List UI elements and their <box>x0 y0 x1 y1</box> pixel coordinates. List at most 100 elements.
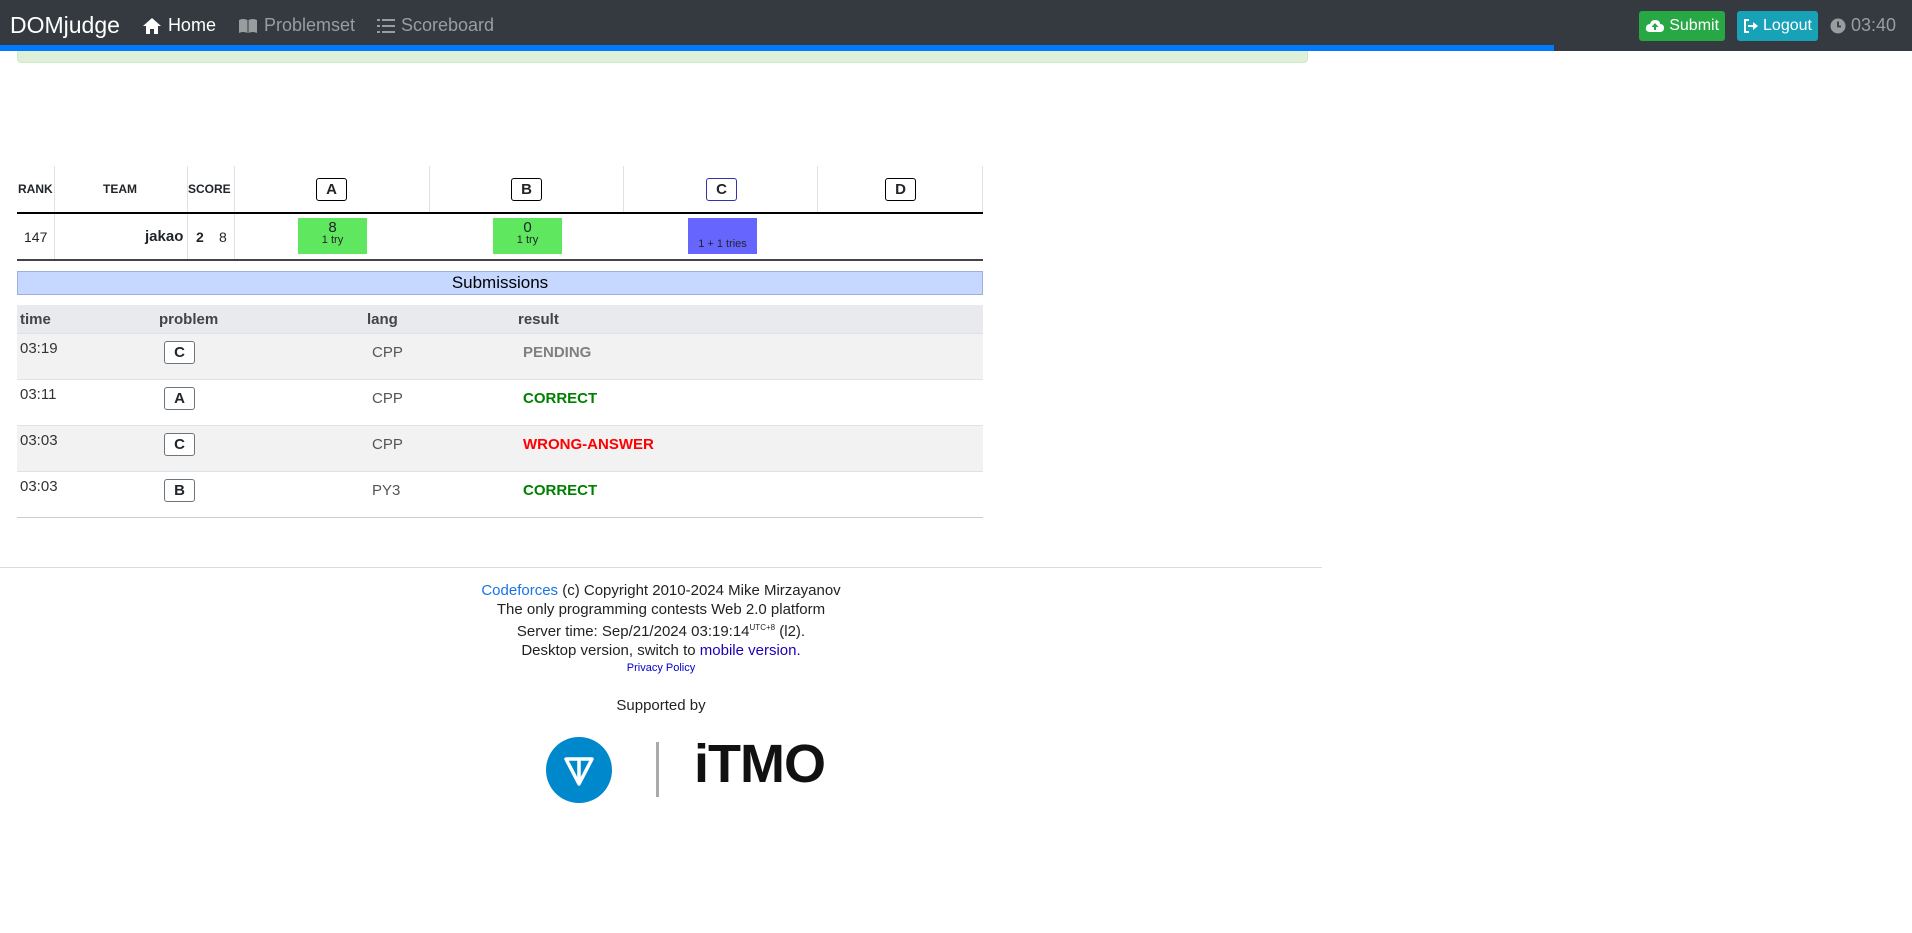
submission-time: 03:19 <box>20 340 58 357</box>
submission-problem[interactable]: C <box>164 341 195 364</box>
logo-separator <box>656 742 659 797</box>
submissions-title: Submissions <box>17 271 983 295</box>
scoreboard-team-row: 147 jakao 2 8 8 1 try 0 1 try 1 + 1 trie… <box>17 214 983 261</box>
list-ol-icon <box>377 18 395 33</box>
nav-home-label: Home <box>167 15 216 35</box>
submission-row[interactable]: 03:03 B PY3 CORRECT <box>17 471 983 518</box>
submissions-header: time problem lang result <box>17 305 983 333</box>
submission-lang: CPP <box>372 344 403 361</box>
navbar: DOMjudge Home Problemset Scoreboard Subm… <box>0 0 1912 51</box>
scoreboard-table: RANK TEAM SCORE A B C D 147 jakao 2 8 8 … <box>17 166 983 261</box>
submissions-section: Submissions time problem lang result 03:… <box>17 271 983 518</box>
submission-time: 03:03 <box>20 432 58 449</box>
submission-row[interactable]: 03:03 C CPP WRONG-ANSWER <box>17 425 983 471</box>
itmo-logo[interactable]: iTMO <box>694 733 826 795</box>
cloud-upload-icon <box>1646 19 1665 32</box>
column-divider <box>429 166 430 212</box>
book-icon <box>238 18 257 33</box>
rank-header: RANK <box>18 182 53 196</box>
team-header: TEAM <box>103 182 137 196</box>
contest-clock: 03:40 <box>1830 15 1896 36</box>
score-cell-B-tries: 1 try <box>516 234 539 246</box>
problem-B-header[interactable]: B <box>511 166 542 212</box>
column-divider <box>234 214 235 259</box>
score-cell-C[interactable]: 1 + 1 tries <box>688 218 757 254</box>
score-cell-A-time: 8 <box>328 219 337 236</box>
sponsor-logos: iTMO <box>546 733 846 805</box>
score-cell-B-time: 0 <box>523 219 532 236</box>
score-cell-A-tries: 1 try <box>321 234 344 246</box>
tagline: The only programming contests Web 2.0 pl… <box>496 600 826 618</box>
submission-problem[interactable]: C <box>164 433 195 456</box>
brand-logo[interactable]: DOMjudge <box>10 14 120 37</box>
nav-right: Submit Logout 03:40 <box>1639 10 1896 41</box>
submit-button[interactable]: Submit <box>1639 10 1726 41</box>
copyright-text: (c) Copyright 2010-2024 Mike Mirzayanov <box>562 582 841 599</box>
submission-problem[interactable]: A <box>164 387 195 410</box>
server-timezone: UTC+8 <box>749 623 776 632</box>
submission-time: 03:03 <box>20 478 58 495</box>
submit-label: Submit <box>1669 16 1720 34</box>
score-cell-A[interactable]: 8 1 try <box>298 218 367 254</box>
column-divider <box>623 166 624 212</box>
column-divider <box>187 214 188 259</box>
column-divider <box>817 166 818 212</box>
clock-icon <box>1830 18 1846 33</box>
column-divider <box>54 214 55 259</box>
submission-problem[interactable]: B <box>164 479 195 502</box>
nav-problemset-label: Problemset <box>263 15 355 35</box>
submission-time: 03:11 <box>20 386 57 403</box>
mobile-version-link[interactable]: mobile version. <box>700 642 801 659</box>
col-lang: lang <box>367 311 398 328</box>
alert-banner <box>17 51 1308 63</box>
problem-C-header[interactable]: C <box>706 166 737 212</box>
team-solved: 2 <box>196 228 204 245</box>
desktop-version-text: Desktop version, switch to <box>521 641 696 659</box>
submission-row[interactable]: 03:11 A CPP CORRECT <box>17 379 983 425</box>
nav-scoreboard-label: Scoreboard <box>401 15 495 35</box>
submission-lang: CPP <box>372 390 403 407</box>
logout-label: Logout <box>1763 16 1812 34</box>
team-rank: 147 <box>24 228 48 245</box>
server-id: (l2). <box>779 623 806 640</box>
logout-button[interactable]: Logout <box>1737 10 1818 41</box>
column-divider <box>234 166 235 212</box>
score-cell-B[interactable]: 0 1 try <box>493 218 562 254</box>
clock-time: 03:40 <box>1850 15 1896 35</box>
nav-scoreboard[interactable]: Scoreboard <box>377 15 494 36</box>
footer-copyright-line: Codeforces (c) Copyright 2010-2024 Mike … <box>0 582 1322 601</box>
submission-lang: PY3 <box>372 482 401 499</box>
server-time: Server time: Sep/21/2024 03:19:14 <box>516 623 750 640</box>
footer: Codeforces (c) Copyright 2010-2024 Mike … <box>0 582 1322 675</box>
col-result: result <box>518 311 559 328</box>
column-divider <box>982 166 983 212</box>
submission-lang: CPP <box>372 436 403 453</box>
col-problem: problem <box>159 311 219 328</box>
col-time: time <box>20 311 51 328</box>
server-time-line: Server time: Sep/21/2024 03:19:14UTC+8 (… <box>0 619 1322 642</box>
problem-A-header[interactable]: A <box>316 166 347 212</box>
submission-result: WRONG-ANSWER <box>523 436 654 453</box>
team-name[interactable]: jakao <box>145 214 183 259</box>
nav-home[interactable]: Home <box>142 15 216 36</box>
team-penalty: 8 <box>219 228 227 245</box>
submission-row[interactable]: 03:19 C CPP PENDING <box>17 333 983 379</box>
privacy-policy-link[interactable]: Privacy Policy <box>627 662 695 674</box>
score-header: SCORE <box>188 182 231 196</box>
submission-result: CORRECT <box>523 482 598 499</box>
nav-problemset[interactable]: Problemset <box>238 15 355 36</box>
desktop-version-line: Desktop version, switch to mobile versio… <box>0 642 1322 661</box>
ton-logo-icon[interactable] <box>546 737 612 803</box>
column-divider <box>54 166 55 212</box>
score-cell-C-tries: 1 + 1 tries <box>698 238 747 250</box>
submission-result: PENDING <box>523 344 592 361</box>
supported-by-label: Supported by <box>616 697 706 714</box>
footer-divider <box>0 567 1322 568</box>
submission-result: CORRECT <box>523 390 598 407</box>
scoreboard-header: RANK TEAM SCORE A B C D <box>17 166 983 214</box>
score-cell-C-time <box>688 218 757 235</box>
problem-D-header[interactable]: D <box>885 166 916 212</box>
home-icon <box>142 17 161 34</box>
codeforces-link[interactable]: Codeforces <box>481 582 558 599</box>
sign-out-icon <box>1744 18 1759 33</box>
